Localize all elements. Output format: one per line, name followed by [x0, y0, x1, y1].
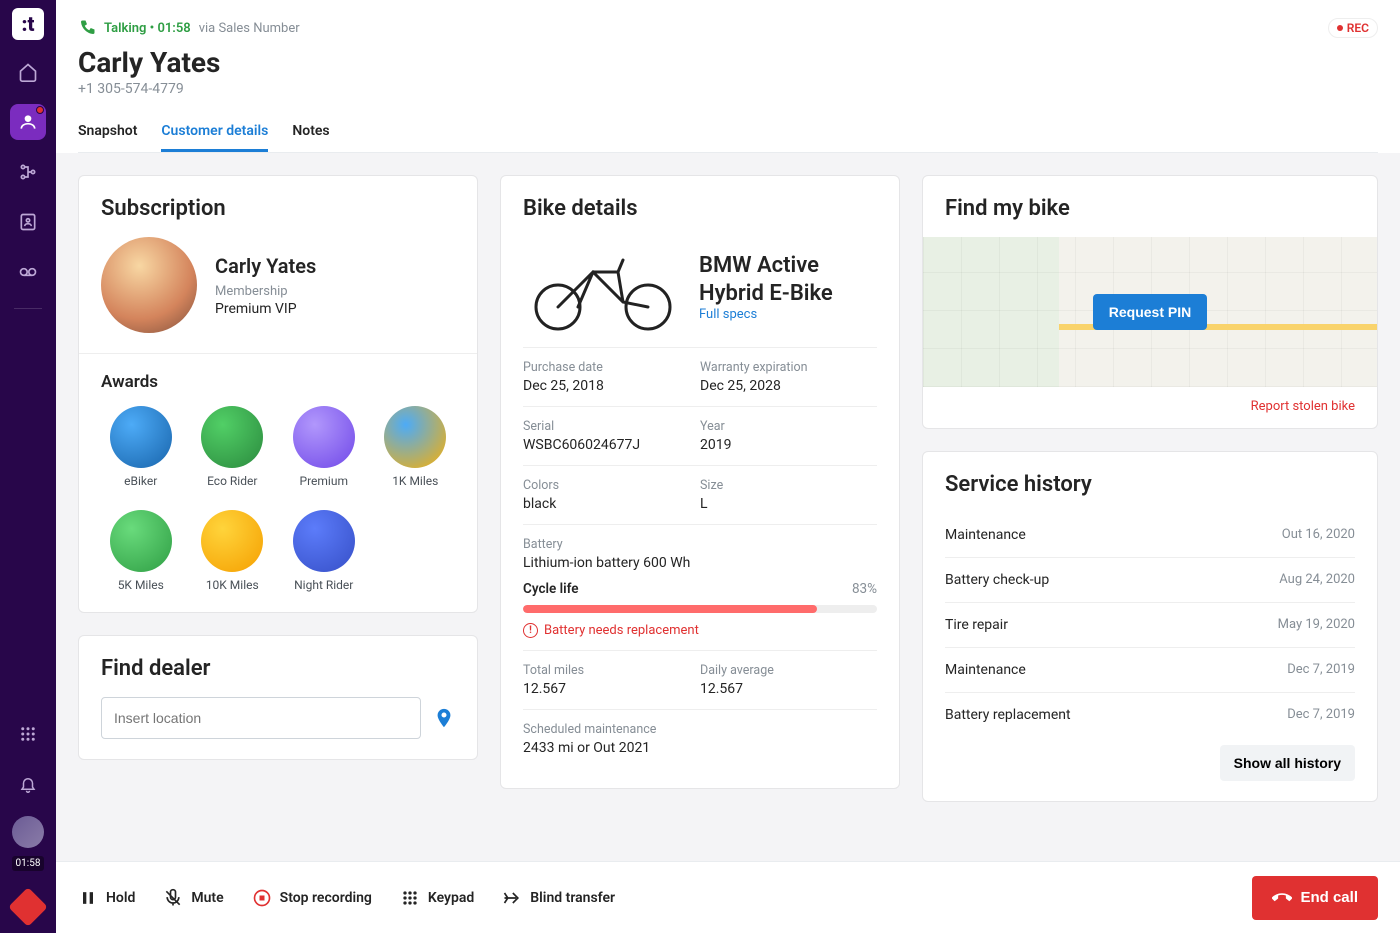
hangup-diamond[interactable]: [8, 887, 48, 927]
end-call-button[interactable]: End call: [1252, 876, 1378, 920]
subscription-title: Subscription: [101, 196, 455, 221]
tab-snapshot[interactable]: Snapshot: [78, 113, 137, 152]
report-stolen-link[interactable]: Report stolen bike: [945, 399, 1355, 414]
awards-grid: eBikerEco RiderPremium1K Miles 5K Miles10…: [101, 406, 455, 592]
contact-phone: +1 305-574-4779: [78, 81, 1378, 97]
award-badge: Night Rider: [284, 510, 364, 592]
history-row[interactable]: MaintenanceOut 16, 2020: [945, 513, 1355, 557]
year-label: Year: [700, 419, 877, 434]
subscription-name: Carly Yates: [215, 254, 316, 278]
customer-avatar: [101, 237, 197, 333]
sidebar-nav: :t 01:58: [0, 0, 56, 933]
phone-icon: [78, 19, 96, 37]
topbar: Talking • 01:58 via Sales Number REC Car…: [56, 0, 1400, 153]
history-row[interactable]: Battery check-upAug 24, 2020: [945, 557, 1355, 602]
app-logo[interactable]: :t: [12, 8, 44, 40]
membership-label: Membership: [215, 284, 316, 299]
tabs: Snapshot Customer details Notes: [78, 113, 1378, 153]
mute-button[interactable]: Mute: [163, 888, 223, 908]
call-status-text: Talking • 01:58: [104, 21, 191, 36]
size-label: Size: [700, 478, 877, 493]
daily-avg-label: Daily average: [700, 663, 877, 678]
cycle-label: Cycle life: [523, 581, 579, 597]
award-badge: 1K Miles: [376, 406, 456, 488]
tab-customer-details[interactable]: Customer details: [161, 113, 268, 152]
warranty: Dec 25, 2028: [700, 378, 877, 394]
full-specs-link[interactable]: Full specs: [699, 307, 877, 322]
subscription-card: Subscription Carly Yates Membership Prem…: [78, 175, 478, 613]
bike-image: [523, 237, 683, 337]
history-row[interactable]: Battery replacementDec 7, 2019: [945, 692, 1355, 737]
apps-icon[interactable]: [10, 716, 46, 752]
cycle-progress: [523, 605, 877, 613]
divider: [14, 308, 42, 309]
home-icon[interactable]: [10, 54, 46, 90]
flow-icon[interactable]: [10, 154, 46, 190]
daily-avg: 12.567: [700, 681, 877, 697]
total-miles-label: Total miles: [523, 663, 700, 678]
sidebar-timer: 01:58: [12, 856, 45, 871]
user-avatar[interactable]: [12, 816, 44, 848]
service-history-card: Service history MaintenanceOut 16, 2020B…: [922, 451, 1378, 802]
bike-map[interactable]: Request PIN: [923, 237, 1377, 387]
tab-notes[interactable]: Notes: [292, 113, 329, 152]
history-row[interactable]: Tire repairMay 19, 2020: [945, 602, 1355, 647]
warranty-label: Warranty expiration: [700, 360, 877, 375]
awards-title: Awards: [101, 372, 455, 392]
voicemail-icon[interactable]: [10, 254, 46, 290]
rec-badge: REC: [1328, 18, 1378, 38]
bike-details-title: Bike details: [523, 196, 877, 221]
purchase-date: Dec 25, 2018: [523, 378, 700, 394]
notification-dot: [36, 106, 44, 114]
location-pin-icon[interactable]: [433, 707, 455, 729]
agent-icon[interactable]: [10, 104, 46, 140]
size: L: [700, 496, 877, 512]
hold-button[interactable]: Hold: [78, 888, 135, 908]
stop-recording-button[interactable]: Stop recording: [252, 888, 372, 908]
battery: Lithium-ion battery 600 Wh: [523, 555, 877, 571]
sched: 2433 mi or Out 2021: [523, 740, 877, 756]
request-pin-button[interactable]: Request PIN: [1093, 294, 1207, 330]
award-badge: 10K Miles: [193, 510, 273, 592]
find-bike-title: Find my bike: [945, 196, 1355, 221]
warning-icon: !: [523, 623, 538, 638]
show-all-history-button[interactable]: Show all history: [1220, 745, 1355, 781]
battery-label: Battery: [523, 537, 877, 552]
find-dealer-title: Find dealer: [101, 656, 455, 681]
find-bike-card: Find my bike Request PIN Report stolen b…: [922, 175, 1378, 429]
purchase-date-label: Purchase date: [523, 360, 700, 375]
colors: black: [523, 496, 700, 512]
keypad-button[interactable]: Keypad: [400, 888, 474, 908]
total-miles: 12.567: [523, 681, 700, 697]
year: 2019: [700, 437, 877, 453]
service-history-title: Service history: [945, 472, 1355, 497]
bike-model: BMW Active Hybrid E-Bike: [699, 252, 877, 307]
battery-warning: ! Battery needs replacement: [523, 623, 877, 638]
find-dealer-card: Find dealer: [78, 635, 478, 760]
bell-icon[interactable]: [10, 766, 46, 802]
serial-label: Serial: [523, 419, 700, 434]
dealer-location-input[interactable]: [101, 697, 421, 739]
contacts-icon[interactable]: [10, 204, 46, 240]
cycle-pct: 83%: [852, 581, 877, 597]
sched-label: Scheduled maintenance: [523, 722, 877, 737]
serial: WSBC606024677J: [523, 437, 700, 453]
bike-details-card: Bike details BMW Active Hybrid E-Bike Fu…: [500, 175, 900, 789]
award-badge: 5K Miles: [101, 510, 181, 592]
colors-label: Colors: [523, 478, 700, 493]
blind-transfer-button[interactable]: Blind transfer: [502, 888, 615, 908]
call-via: via Sales Number: [199, 21, 300, 36]
contact-name: Carly Yates: [78, 46, 1378, 79]
membership-value: Premium VIP: [215, 301, 316, 317]
call-bar: Hold Mute Stop recording Keypad Blind tr…: [56, 861, 1400, 933]
history-row[interactable]: MaintenanceDec 7, 2019: [945, 647, 1355, 692]
award-badge: Premium: [284, 406, 364, 488]
award-badge: Eco Rider: [193, 406, 273, 488]
award-badge: eBiker: [101, 406, 181, 488]
